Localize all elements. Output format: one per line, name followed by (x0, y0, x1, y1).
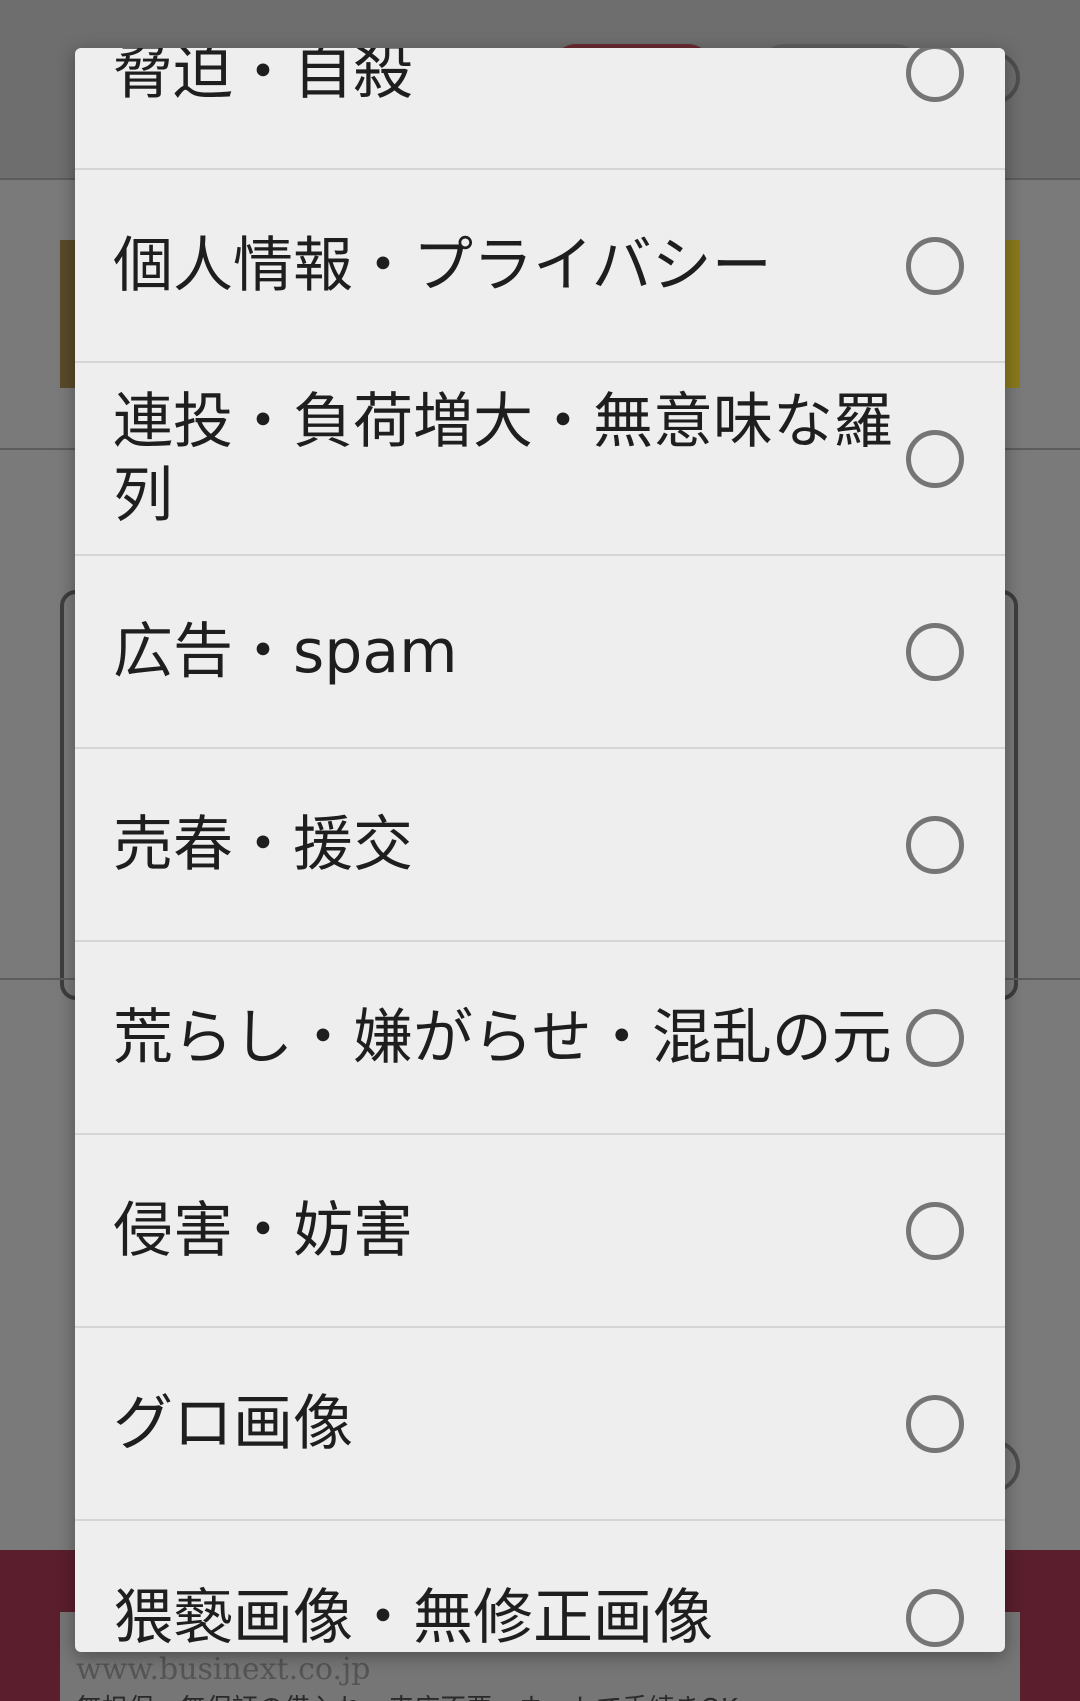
report-option-label: 個人情報・プライバシー (113, 230, 772, 301)
report-option[interactable]: 侵害・妨害 (75, 1135, 1005, 1328)
report-option-label: 連投・負荷増大・無意味な羅列 (113, 386, 893, 531)
radio-button-icon[interactable] (906, 1201, 964, 1260)
radio-button-icon[interactable] (906, 48, 964, 102)
report-option[interactable]: 売春・援交 (75, 749, 1005, 942)
radio-button-icon[interactable] (906, 815, 964, 874)
radio-button-icon[interactable] (906, 1394, 964, 1453)
radio-button-icon[interactable] (906, 236, 964, 295)
report-option[interactable]: 個人情報・プライバシー (75, 170, 1005, 363)
background-ad-url: www.businext.co.jp (76, 1652, 371, 1687)
radio-button-icon[interactable] (906, 622, 964, 681)
report-option[interactable]: 荒らし・嫌がらせ・混乱の元 (75, 942, 1005, 1135)
report-option[interactable]: 猥褻画像・無修正画像 (75, 1521, 1005, 1652)
report-reason-dialog: 脅迫・自殺 個人情報・プライバシー 連投・負荷増大・無意味な羅列 広告・spam… (75, 48, 1005, 1652)
report-option-label: グロ画像 (113, 1388, 353, 1459)
report-option-label: 荒らし・嫌がらせ・混乱の元 (113, 1002, 892, 1073)
report-option-label: 侵害・妨害 (113, 1195, 413, 1266)
report-option[interactable]: 連投・負荷増大・無意味な羅列 (75, 363, 1005, 556)
radio-button-icon[interactable] (906, 429, 964, 488)
background-ad-description: 無担保・無保証の借入れ、来店不要。ネットで手続きOK (76, 1688, 976, 1701)
report-option-label: 売春・援交 (113, 809, 413, 880)
report-option-label: 広告・spam (113, 616, 458, 687)
report-option-label: 脅迫・自殺 (113, 48, 413, 108)
radio-button-icon[interactable] (906, 1588, 964, 1647)
radio-button-icon[interactable] (906, 1008, 964, 1067)
report-option[interactable]: 広告・spam (75, 556, 1005, 749)
report-option[interactable]: グロ画像 (75, 1328, 1005, 1521)
report-option[interactable]: 脅迫・自殺 (75, 48, 1005, 170)
report-option-label: 猥褻画像・無修正画像 (113, 1582, 713, 1653)
